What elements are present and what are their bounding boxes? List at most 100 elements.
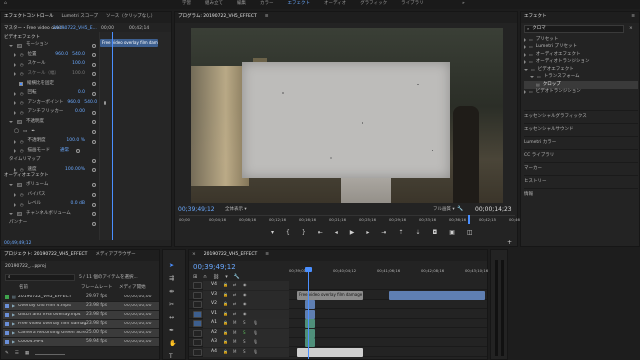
effects-title[interactable]: エフェクト <box>524 15 547 20</box>
go-to-in-icon[interactable]: ⇤ <box>318 230 323 236</box>
expand-triangle-icon[interactable] <box>524 68 528 71</box>
fit-dropdown[interactable]: 全体表示 ▾ <box>225 207 247 213</box>
track-name[interactable]: A2 <box>211 330 217 336</box>
stopwatch-icon[interactable]: ◷ <box>20 139 24 144</box>
mask-rect-icon[interactable]: ▭ <box>23 129 27 135</box>
mic-icon[interactable]: 🎙 <box>253 340 258 344</box>
effect-row-value[interactable]: 960.0 <box>55 52 68 58</box>
expand-triangle-icon[interactable] <box>9 44 13 47</box>
track-name[interactable]: A3 <box>211 339 217 345</box>
track-name[interactable]: A1 <box>211 320 217 326</box>
wrench-icon[interactable]: 🔧 <box>234 274 240 280</box>
expand-triangle-icon[interactable] <box>14 192 16 197</box>
reset-icon[interactable] <box>92 221 96 226</box>
hamburger-menu-icon[interactable]: ≡ <box>265 253 269 258</box>
expand-triangle-icon[interactable] <box>524 90 526 95</box>
label-color-swatch[interactable] <box>5 304 9 308</box>
effects-tree-item[interactable]: ▭ ビデオエフェクト <box>524 66 638 74</box>
reset-icon[interactable] <box>92 168 96 173</box>
effect-row[interactable]: ◷ アンチフリッカー 0.00 <box>4 109 96 116</box>
effect-row[interactable]: ◷ スケール 100.0 <box>4 61 96 68</box>
effect-row-value[interactable]: 100.00% <box>65 168 85 173</box>
mask-pen-icon[interactable]: ✒ <box>31 129 35 135</box>
compare-icon[interactable]: ▣ <box>449 230 455 236</box>
effect-row[interactable]: 縦横比を固定 <box>4 80 96 87</box>
tab-lumetri-scopes[interactable]: Lumetri スコープ <box>62 15 98 20</box>
lock-icon[interactable]: 🔒 <box>223 330 228 335</box>
collapsed-panel-tab[interactable]: 情報 <box>524 188 638 201</box>
sync-lock-icon[interactable]: ⇄ <box>233 302 236 306</box>
sequence-name[interactable]: 20190722_VH5_E... <box>53 26 97 32</box>
workspace-tab[interactable]: カラー <box>260 1 274 7</box>
effect-row-value[interactable]: 0.0 dB <box>70 202 85 207</box>
source-patch[interactable] <box>193 310 202 318</box>
mute-icon[interactable]: M <box>233 330 236 335</box>
solo-icon[interactable]: S <box>243 340 246 344</box>
stopwatch-icon[interactable]: ◷ <box>20 110 24 115</box>
type-tool-icon[interactable]: T <box>169 353 176 360</box>
lock-icon[interactable]: 🔒 <box>223 311 228 316</box>
audio-clip-a4[interactable] <box>297 347 363 357</box>
expand-triangle-icon[interactable] <box>14 139 16 144</box>
video-clip-v3[interactable] <box>389 290 485 300</box>
collapsed-panel-tab[interactable]: ヒストリー <box>524 175 638 188</box>
stopwatch-icon[interactable]: ◷ <box>20 192 24 197</box>
workspace-tab[interactable]: エフェクト <box>288 1 311 7</box>
tab-media-browser[interactable]: メディアブラウザー <box>95 253 135 258</box>
expand-triangle-icon[interactable] <box>530 76 534 79</box>
expand-triangle-icon[interactable] <box>14 110 16 115</box>
expand-triangle-icon[interactable] <box>14 101 16 106</box>
effects-tree-item[interactable]: ▭ トランスフォーム <box>524 74 638 82</box>
effect-row[interactable]: タイムリマップ <box>4 157 96 164</box>
checkbox[interactable] <box>19 81 23 86</box>
timeline-sequence-tab[interactable]: 20190722_VH5_EFFECT <box>204 253 257 258</box>
reset-icon[interactable] <box>92 43 96 48</box>
camera-icon[interactable]: ◘ <box>432 230 437 236</box>
expand-triangle-icon[interactable] <box>14 168 16 173</box>
audio-clip-a3[interactable] <box>305 338 315 347</box>
effects-tree-item[interactable]: ▭ オーディオトランジション <box>524 59 638 67</box>
ec-mini-timeline[interactable] <box>99 32 171 240</box>
video-track[interactable]: V1 🔒 ⇄ ◉ <box>189 309 487 319</box>
video-track[interactable]: V4 🔒 ⇄ ◉ <box>189 281 487 290</box>
ec-clip-bar[interactable]: Free video overlay film damage effec <box>100 39 158 47</box>
track-select-tool-icon[interactable]: ⇶ <box>169 275 176 282</box>
project-item-row[interactable]: ▶ C0004.MP4 59.94 fps 00;00;00;00 <box>3 338 159 347</box>
effect-row-value[interactable]: 通常 <box>60 148 69 154</box>
timeline-playhead-head[interactable] <box>305 267 312 272</box>
column-name[interactable]: 名前 <box>5 286 81 291</box>
razor-tool-icon[interactable]: ✂ <box>169 301 176 308</box>
track-name[interactable]: V2 <box>211 301 217 307</box>
collapsed-panel-tab[interactable]: マーカー <box>524 162 638 175</box>
effect-row[interactable]: ◷ バイパス <box>4 191 96 198</box>
effects-tree-item[interactable]: ▭ Lumetri プリセット <box>524 44 638 52</box>
project-item-row[interactable]: ▶ Free video overlay film damage 23.98 fps… <box>3 320 159 329</box>
label-color-swatch[interactable] <box>5 313 9 317</box>
lock-icon[interactable]: 🔒 <box>223 349 228 354</box>
effect-row[interactable]: ◷ 位置 960.0 540.0 <box>4 52 96 59</box>
effect-row-value[interactable]: 100.0 % <box>66 139 85 144</box>
expand-triangle-icon[interactable] <box>9 213 13 216</box>
workspace-tab[interactable]: 組み立て <box>205 1 223 7</box>
project-item-row[interactable]: ▤ 20190722_VH5_EFFECT 29.97 fps 00;00;00;00 <box>3 293 159 302</box>
reset-icon[interactable] <box>92 110 96 115</box>
timeline-timecode[interactable]: 00;39;49;12 <box>193 264 236 271</box>
solo-icon[interactable]: S <box>243 321 246 325</box>
stopwatch-icon[interactable]: ◷ <box>20 202 24 207</box>
program-current-timecode[interactable]: 00;39;49;12 <box>178 207 215 213</box>
timeline-playhead[interactable] <box>308 267 309 359</box>
close-icon[interactable]: × <box>192 253 196 258</box>
project-item-row[interactable]: ▶ Glitch and VHS overlay.mp4 23.98 fps 00;0… <box>3 311 159 320</box>
effects-tree-item[interactable]: ▭ ビデオトランジション <box>524 89 638 97</box>
collapsed-panel-tab[interactable]: Lumetri カラー <box>524 136 638 149</box>
wrench-icon[interactable]: 🔧 <box>457 207 463 212</box>
pencil-icon[interactable]: ✎ <box>5 351 9 357</box>
eye-icon[interactable]: ◉ <box>243 283 247 287</box>
mic-icon[interactable]: 🎙 <box>253 321 258 325</box>
video-clip-v2[interactable] <box>305 300 315 309</box>
add-marker-icon[interactable]: ▾ <box>225 274 228 280</box>
lock-icon[interactable]: 🔒 <box>223 283 228 287</box>
lock-icon[interactable]: 🔒 <box>223 321 228 325</box>
sync-lock-icon[interactable]: ⇄ <box>233 292 236 297</box>
play-icon[interactable]: ▶ <box>350 230 355 236</box>
